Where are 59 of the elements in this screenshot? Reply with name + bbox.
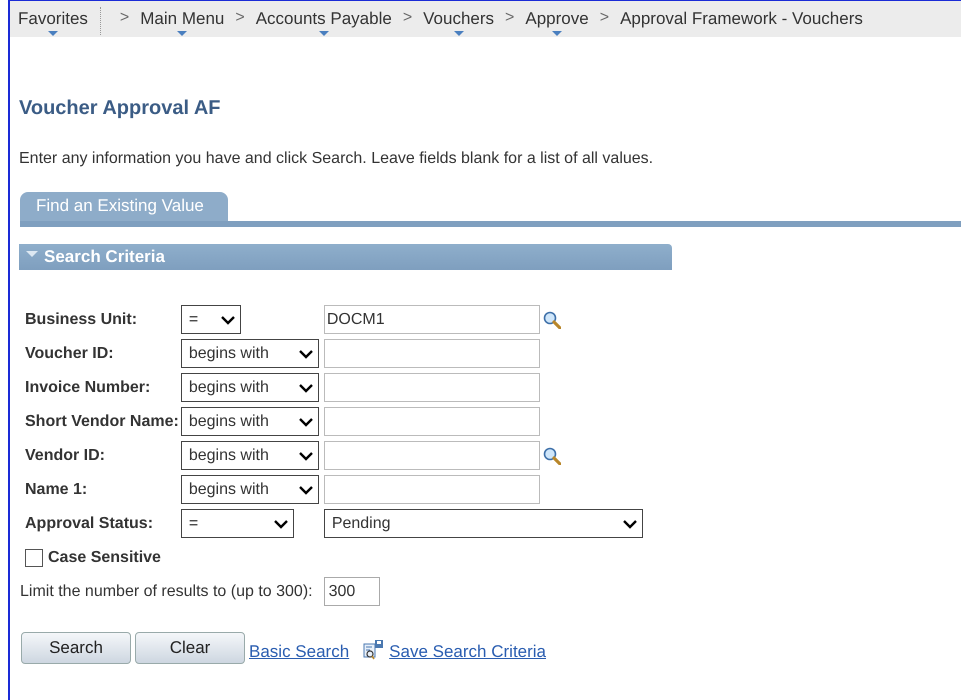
separator: > xyxy=(118,8,130,27)
section-title: Search Criteria xyxy=(44,247,165,267)
chevron-icon xyxy=(272,518,289,530)
dropdown-icon xyxy=(318,31,329,36)
field-label: Invoice Number: xyxy=(25,378,152,396)
breadcrumb-link[interactable]: Approve xyxy=(525,1,589,36)
chevron-icon xyxy=(298,484,314,496)
instructions-text: Enter any information you have and click Search. Leave fields blank for a list of all values. xyxy=(19,150,654,168)
breadcrumb-link[interactable]: Vouchers xyxy=(423,1,494,36)
input-field[interactable]: DOCM1 xyxy=(324,305,540,334)
link[interactable]: Basic Search xyxy=(249,642,350,664)
breadcrumb-link[interactable]: Favorites xyxy=(18,1,88,36)
operator-select[interactable]: = xyxy=(180,305,241,334)
input-field[interactable] xyxy=(324,339,540,368)
checkbox[interactable] xyxy=(25,549,43,567)
chevron-icon xyxy=(220,314,236,326)
search-icon[interactable] xyxy=(542,446,561,464)
operator-select[interactable]: begins with xyxy=(180,339,319,368)
field-label: Voucher ID: xyxy=(25,344,115,362)
input-field[interactable]: 300 xyxy=(324,577,380,606)
chevron-icon xyxy=(298,348,314,360)
operator-select[interactable]: begins with xyxy=(180,373,319,402)
action-button[interactable]: Clear xyxy=(135,632,245,664)
page-title: Voucher Approval AF xyxy=(19,97,222,120)
field-label: Vendor ID: xyxy=(25,446,106,464)
chevron-icon xyxy=(298,450,314,462)
operator-select[interactable]: begins with xyxy=(180,441,319,470)
limit-label: Limit the number of results to (up to 300): xyxy=(20,582,313,600)
dropdown-icon xyxy=(552,31,562,36)
search-icon[interactable] xyxy=(542,310,561,328)
dropdown-icon xyxy=(454,31,464,36)
separator: > xyxy=(598,8,610,27)
input-field[interactable] xyxy=(324,475,540,504)
separator: > xyxy=(402,8,414,27)
input-field[interactable] xyxy=(324,373,540,402)
field-label: Business Unit: xyxy=(25,310,138,328)
save-document-icon xyxy=(363,640,384,660)
dropdown-icon xyxy=(177,31,188,36)
chevron-icon xyxy=(298,382,314,394)
breadcrumb-link[interactable]: Accounts Payable xyxy=(256,1,392,36)
input-field[interactable] xyxy=(324,407,540,436)
field-label: Approval Status: xyxy=(25,514,154,532)
breadcrumb-link[interactable]: Approval Framework - Vouchers xyxy=(620,1,863,29)
field-label: Name 1: xyxy=(25,480,88,498)
chevron-icon xyxy=(622,518,638,530)
value-select[interactable]: Pending xyxy=(324,509,643,538)
operator-select[interactable]: begins with xyxy=(180,475,319,504)
action-button[interactable]: Search xyxy=(21,632,131,664)
link[interactable]: Save Search Criteria xyxy=(389,642,546,664)
field-label: Short Vendor Name: xyxy=(25,412,180,430)
separator: > xyxy=(504,8,516,27)
input-field[interactable] xyxy=(324,441,540,470)
operator-select[interactable]: begins with xyxy=(180,407,319,436)
dropdown-icon xyxy=(48,31,58,36)
chevron-icon xyxy=(298,416,314,428)
checkbox-label: Case Sensitive xyxy=(48,549,161,567)
breadcrumb-link[interactable]: Main Menu xyxy=(140,1,224,36)
operator-select[interactable]: = xyxy=(180,509,294,538)
separator: > xyxy=(234,8,246,27)
